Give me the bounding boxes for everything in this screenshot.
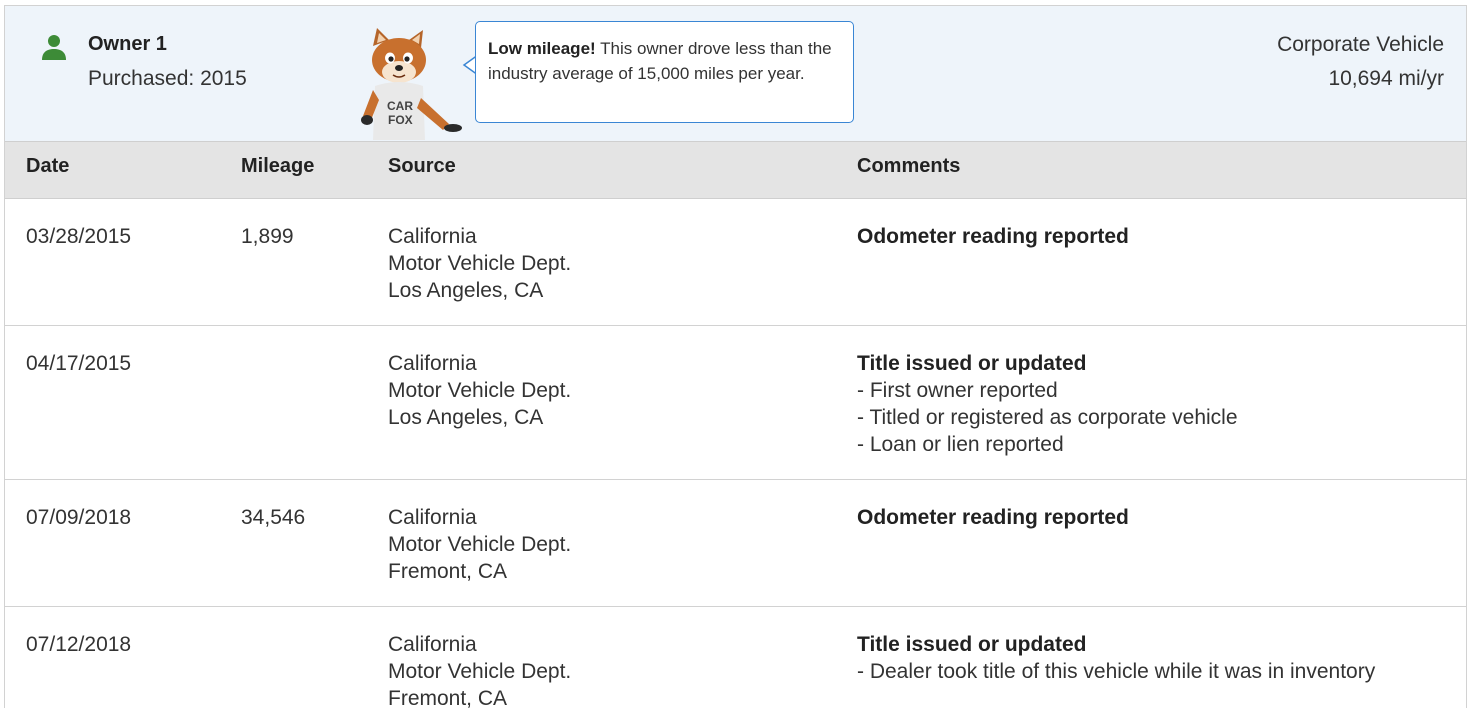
source-agency: Motor Vehicle Dept. [388, 379, 572, 402]
source-state: California [388, 352, 477, 375]
vehicle-type: Corporate Vehicle [1277, 33, 1444, 56]
source-location: Los Angeles, CA [388, 279, 544, 302]
comment-item: - Titled or registered as corporate vehi… [857, 406, 1238, 429]
row-source: California Motor Vehicle Dept. Fremont, … [388, 631, 571, 708]
low-mileage-label: Low mileage! [488, 39, 596, 58]
low-mileage-tooltip: Low mileage! This owner drove less than … [475, 21, 854, 123]
row-mileage: 34,546 [241, 506, 306, 529]
source-location: Fremont, CA [388, 687, 508, 708]
row-date: 07/12/2018 [26, 633, 132, 656]
row-comments: Title issued or updated - Dealer took ti… [857, 631, 1375, 685]
comment-item: - First owner reported [857, 379, 1058, 402]
source-agency: Motor Vehicle Dept. [388, 660, 572, 683]
column-header-mileage: Mileage [241, 155, 315, 177]
comment-item: - Loan or lien reported [857, 433, 1064, 456]
comment-title: Title issued or updated [857, 352, 1087, 375]
row-comments: Title issued or updated - First owner re… [857, 350, 1238, 458]
comment-title: Odometer reading reported [857, 225, 1129, 248]
table-header: Date Mileage Source Comments [5, 142, 1466, 199]
source-agency: Motor Vehicle Dept. [388, 252, 572, 275]
source-state: California [388, 633, 477, 656]
owner-purchased-year: Purchased: 2015 [88, 67, 247, 90]
table-row: 07/12/2018 California Motor Vehicle Dept… [5, 607, 1466, 708]
column-header-comments: Comments [857, 155, 961, 177]
source-state: California [388, 225, 477, 248]
row-date: 04/17/2015 [26, 352, 132, 375]
comment-item: - Dealer took title of this vehicle whil… [857, 660, 1376, 683]
carfox-mascot-image: CAR FOX [361, 28, 462, 140]
comment-title: Title issued or updated [857, 633, 1087, 656]
row-date: 03/28/2015 [26, 225, 132, 248]
row-comments: Odometer reading reported [857, 223, 1129, 250]
comment-title: Odometer reading reported [857, 506, 1129, 529]
mascot-shirt-text: CAR [387, 99, 413, 113]
table-row: 07/09/2018 34,546 California Motor Vehic… [5, 480, 1466, 607]
column-header-date: Date [26, 155, 70, 177]
row-comments: Odometer reading reported [857, 504, 1129, 531]
owner-name: Owner 1 [88, 33, 167, 55]
source-state: California [388, 506, 477, 529]
column-header-source: Source [388, 155, 456, 177]
row-source: California Motor Vehicle Dept. Los Angel… [388, 223, 571, 304]
row-source: California Motor Vehicle Dept. Los Angel… [388, 350, 571, 431]
person-icon [42, 35, 66, 60]
vehicle-history-card: Owner 1 Purchased: 2015 CAR FOX Low mile… [4, 5, 1467, 708]
mascot-shirt-text: FOX [388, 113, 413, 127]
table-row: 04/17/2015 California Motor Vehicle Dept… [5, 326, 1466, 480]
row-mileage: 1,899 [241, 225, 294, 248]
source-location: Los Angeles, CA [388, 406, 544, 429]
row-date: 07/09/2018 [26, 506, 132, 529]
table-row: 03/28/2015 1,899 California Motor Vehicl… [5, 199, 1466, 326]
row-source: California Motor Vehicle Dept. Fremont, … [388, 504, 571, 585]
source-agency: Motor Vehicle Dept. [388, 533, 572, 556]
source-location: Fremont, CA [388, 560, 508, 583]
mileage-per-year: 10,694 mi/yr [1328, 67, 1444, 90]
owner-header: Owner 1 Purchased: 2015 CAR FOX Low mile… [5, 6, 1466, 142]
